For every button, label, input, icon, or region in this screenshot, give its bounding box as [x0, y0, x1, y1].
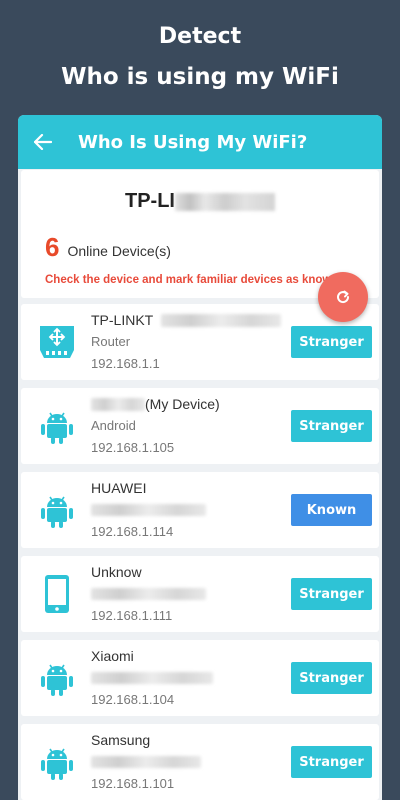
device-item[interactable]: Xiaomi 192.168.1.104 Stranger	[21, 640, 379, 716]
device-name: Unknow	[91, 564, 142, 580]
device-name: TP-LINKT	[91, 312, 154, 328]
refresh-icon	[337, 290, 350, 304]
redacted-text	[91, 756, 201, 768]
device-item[interactable]: Samsung 192.168.1.101 Stranger	[21, 724, 379, 800]
device-type: Android	[91, 418, 136, 433]
known-button[interactable]: Known	[291, 494, 372, 526]
refresh-button[interactable]	[318, 272, 368, 322]
device-item[interactable]: (My Device) Android 192.168.1.105 Strang…	[21, 388, 379, 464]
phone-icon	[45, 575, 69, 613]
device-name: (My Device)	[145, 396, 220, 412]
device-name: HUAWEI	[91, 480, 147, 496]
device-type: Router	[91, 334, 131, 349]
app-bar: Who Is Using My WiFi?	[18, 115, 382, 169]
router-icon	[40, 326, 74, 358]
app-screen: Who Is Using My WiFi? TP-LI 6 Online Dev…	[18, 115, 382, 800]
device-ip: 192.168.1.111	[91, 608, 173, 623]
redacted-text	[91, 672, 213, 684]
device-name: Samsung	[91, 732, 151, 748]
device-ip: 192.168.1.105	[91, 440, 175, 455]
device-ip: 192.168.1.101	[91, 776, 175, 791]
page-title: Who Is Using My WiFi?	[78, 131, 308, 153]
online-count-row: 6 Online Device(s)	[45, 232, 171, 263]
device-name: Xiaomi	[91, 648, 134, 664]
ssid-redacted	[175, 192, 275, 211]
stranger-button[interactable]: Stranger	[291, 578, 372, 610]
device-item[interactable]: HUAWEI 192.168.1.114 Known	[21, 472, 379, 548]
promo-title-wifi: Who is using my WiFi	[61, 64, 339, 90]
stranger-button[interactable]: Stranger	[291, 662, 372, 694]
redacted-text	[91, 588, 206, 600]
device-item[interactable]: Unknow 192.168.1.111 Stranger	[21, 556, 379, 632]
device-ip: 192.168.1.1	[91, 356, 160, 371]
redacted-text	[91, 398, 145, 411]
android-icon	[41, 664, 73, 696]
online-count-label: Online Device(s)	[67, 243, 171, 259]
android-icon	[41, 496, 73, 528]
ssid-text: TP-LI	[125, 190, 175, 212]
stranger-button[interactable]: Stranger	[291, 410, 372, 442]
device-ip: 192.168.1.114	[91, 524, 174, 539]
android-icon	[41, 412, 73, 444]
stranger-button[interactable]: Stranger	[291, 326, 372, 358]
redacted-text	[161, 314, 281, 327]
arrow-left-icon[interactable]	[18, 134, 68, 150]
stranger-button[interactable]: Stranger	[291, 746, 372, 778]
network-ssid: TP-LI	[21, 190, 379, 213]
redacted-text	[91, 504, 206, 516]
device-ip: 192.168.1.104	[91, 692, 175, 707]
online-count: 6	[45, 232, 60, 262]
promo-title-detect: Detect	[158, 24, 242, 49]
android-icon	[41, 748, 73, 780]
